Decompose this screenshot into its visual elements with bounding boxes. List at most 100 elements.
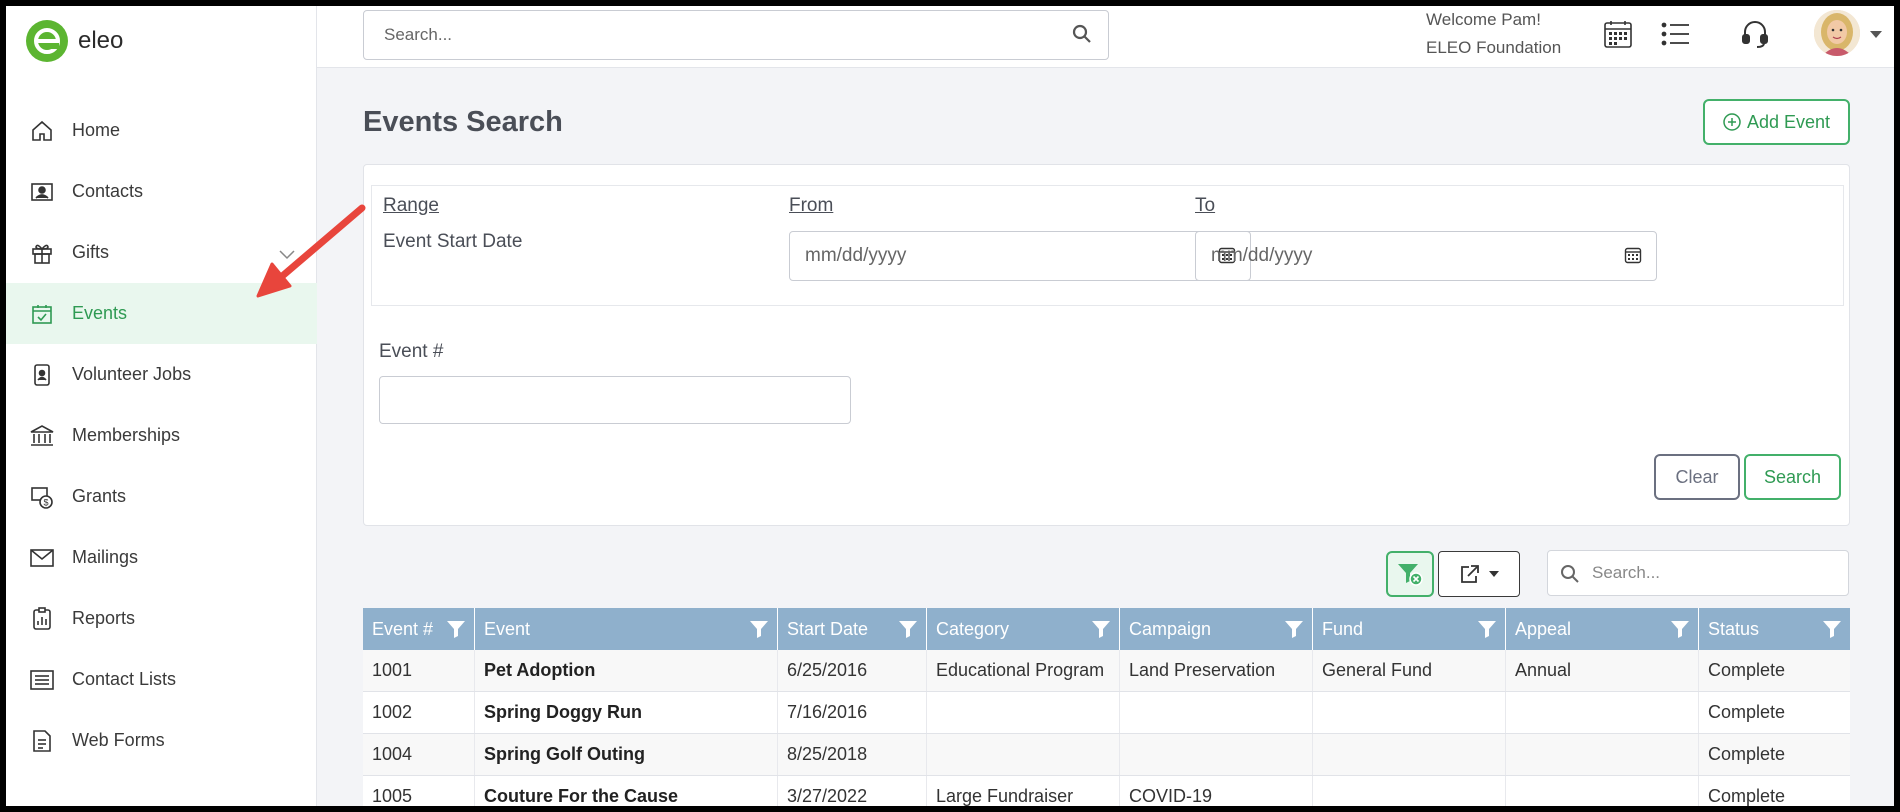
sidebar-item-memberships[interactable]: Memberships	[6, 405, 317, 466]
logo-text: eleo	[78, 27, 124, 54]
headset-icon[interactable]	[1737, 16, 1773, 52]
column-header-start-date[interactable]: Start Date	[778, 608, 927, 650]
column-header-campaign[interactable]: Campaign	[1120, 608, 1313, 650]
column-header-label: Fund	[1322, 618, 1364, 639]
caret-down-icon[interactable]	[1870, 26, 1882, 44]
cell-event-name[interactable]: Spring Golf Outing	[475, 734, 778, 775]
list-icon[interactable]	[1658, 16, 1694, 52]
column-header-category[interactable]: Category	[927, 608, 1120, 650]
filter-icon[interactable]	[1091, 619, 1111, 644]
column-header-label: Campaign	[1129, 618, 1212, 639]
chevron-down-icon[interactable]	[279, 244, 295, 265]
sidebar-item-label: Grants	[72, 486, 127, 506]
column-header-status[interactable]: Status	[1699, 608, 1850, 650]
column-header-event[interactable]: Event	[475, 608, 778, 650]
table-row[interactable]: 1001 Pet Adoption 6/25/2016 Educational …	[363, 650, 1850, 692]
filter-icon[interactable]	[1477, 619, 1497, 644]
list-box-icon	[28, 666, 56, 694]
column-header-label: Event #	[372, 618, 434, 639]
column-header-label: Start Date	[787, 618, 869, 639]
svg-text:$: $	[44, 497, 49, 507]
column-header-label: Status	[1708, 618, 1760, 639]
calendar-icon[interactable]	[1624, 246, 1642, 270]
search-icon[interactable]	[1072, 24, 1092, 49]
grant-icon: $	[28, 483, 56, 511]
sidebar-item-volunteer-jobs[interactable]: Volunteer Jobs	[6, 344, 317, 405]
filter-icon[interactable]	[446, 619, 466, 644]
form-icon	[28, 727, 56, 755]
sidebar-item-contact-lists[interactable]: Contact Lists	[6, 649, 317, 710]
sidebar: eleo Home Contacts Gifts Events Voluntee…	[6, 6, 317, 806]
report-icon	[28, 605, 56, 633]
sidebar-item-grants[interactable]: $ Grants	[6, 466, 317, 527]
badge-icon	[28, 361, 56, 389]
sidebar-item-home[interactable]: Home	[6, 100, 317, 161]
grid-search-input[interactable]: Search...	[1547, 550, 1849, 596]
event-number-input[interactable]	[379, 376, 851, 424]
add-event-button[interactable]: Add Event	[1703, 99, 1850, 145]
from-label: From	[789, 195, 834, 216]
cell-event-number: 1002	[363, 692, 475, 733]
to-date-input[interactable]: mm/dd/yyyy	[1195, 231, 1657, 281]
sidebar-item-gifts[interactable]: Gifts	[6, 222, 317, 283]
cell-event-name[interactable]: Pet Adoption	[475, 650, 778, 691]
global-search-input[interactable]: Search...	[363, 10, 1109, 60]
export-button[interactable]	[1438, 551, 1520, 597]
cell-category	[927, 734, 1120, 775]
column-header-fund[interactable]: Fund	[1313, 608, 1506, 650]
from-date-placeholder: mm/dd/yyyy	[805, 245, 907, 266]
to-date-placeholder: mm/dd/yyyy	[1211, 245, 1313, 266]
sidebar-item-mailings[interactable]: Mailings	[6, 527, 317, 588]
caret-down-icon	[1489, 571, 1499, 577]
avatar[interactable]	[1814, 10, 1860, 56]
filter-icon[interactable]	[1284, 619, 1304, 644]
cell-event-number: 1005	[363, 776, 475, 806]
filter-icon[interactable]	[898, 619, 918, 644]
sidebar-item-label: Home	[72, 120, 121, 140]
calendar-check-icon	[28, 300, 56, 328]
home-icon	[28, 117, 56, 145]
cell-category: Educational Program	[927, 650, 1120, 691]
cell-fund: General Fund	[1313, 650, 1506, 691]
cell-start-date: 7/16/2016	[778, 692, 927, 733]
cell-event-name[interactable]: Spring Doggy Run	[475, 692, 778, 733]
table-row[interactable]: 1002 Spring Doggy Run 7/16/2016 Complete	[363, 692, 1850, 734]
welcome-block: Welcome Pam! ELEO Foundation	[1426, 6, 1561, 62]
sidebar-item-label: Memberships	[72, 425, 181, 445]
logo[interactable]: eleo	[26, 20, 123, 62]
filter-icon[interactable]	[749, 619, 769, 644]
filter-icon[interactable]	[1670, 619, 1690, 644]
sidebar-item-label: Web Forms	[72, 730, 165, 750]
clear-filter-button[interactable]	[1386, 551, 1434, 597]
column-header-event-number[interactable]: Event #	[363, 608, 475, 650]
cell-appeal	[1506, 776, 1699, 806]
clear-button[interactable]: Clear	[1654, 454, 1740, 500]
sidebar-nav: Home Contacts Gifts Events Volunteer Job…	[6, 100, 317, 771]
sidebar-item-label: Events	[72, 303, 128, 323]
cell-appeal: Annual	[1506, 650, 1699, 691]
events-grid: Event # Event Start Date Category Campai…	[363, 608, 1850, 806]
range-value[interactable]: Event Start Date	[383, 231, 522, 253]
sidebar-item-events[interactable]: Events	[6, 283, 317, 344]
sidebar-item-label: Reports	[72, 608, 136, 628]
table-row[interactable]: 1004 Spring Golf Outing 8/25/2018 Comple…	[363, 734, 1850, 776]
sidebar-item-reports[interactable]: Reports	[6, 588, 317, 649]
sidebar-item-contacts[interactable]: Contacts	[6, 161, 317, 222]
cell-event-name[interactable]: Couture For the Cause	[475, 776, 778, 806]
column-header-label: Event	[484, 618, 531, 639]
calendar-icon[interactable]	[1600, 16, 1636, 52]
sidebar-item-web-forms[interactable]: Web Forms	[6, 710, 317, 771]
from-date-input[interactable]: mm/dd/yyyy	[789, 231, 1251, 281]
cell-start-date: 8/25/2018	[778, 734, 927, 775]
column-header-appeal[interactable]: Appeal	[1506, 608, 1699, 650]
topbar: Search... Welcome Pam! ELEO Foundation	[317, 6, 1894, 68]
page-title: Events Search	[363, 106, 563, 138]
search-placeholder: Search...	[384, 25, 453, 44]
search-button[interactable]: Search	[1744, 454, 1841, 500]
export-icon	[1461, 565, 1479, 583]
cell-category: Large Fundraiser	[927, 776, 1120, 806]
table-row[interactable]: 1005 Couture For the Cause 3/27/2022 Lar…	[363, 776, 1850, 806]
filter-icon[interactable]	[1822, 619, 1842, 644]
eleo-logo-icon	[26, 20, 68, 62]
cell-start-date: 3/27/2022	[778, 776, 927, 806]
